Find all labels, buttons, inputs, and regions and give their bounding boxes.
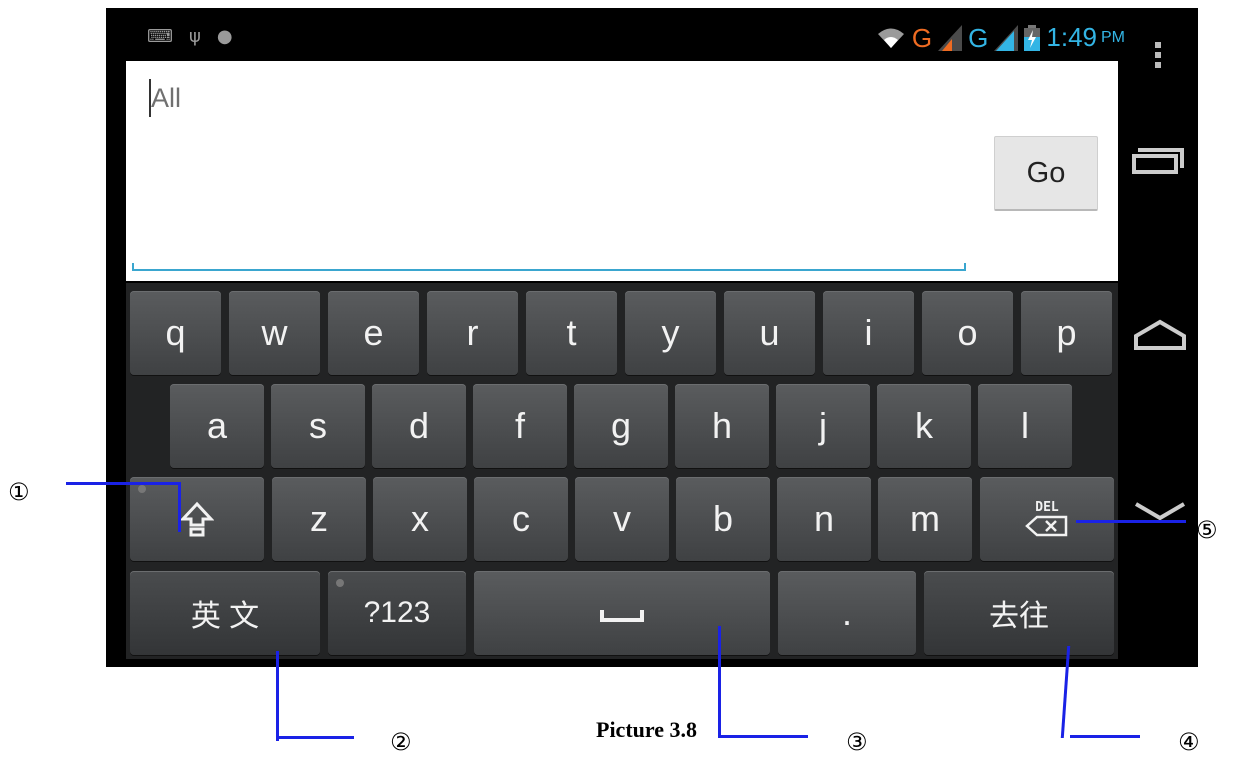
delete-key[interactable]: DEL	[980, 477, 1114, 561]
callout-number-5: ⑤	[1196, 516, 1218, 544]
key-p[interactable]: p	[1021, 291, 1112, 375]
recent-apps-icon[interactable]	[1132, 144, 1188, 176]
go-action-key[interactable]: 去往	[924, 571, 1114, 655]
network-type-label: G	[911, 22, 933, 53]
figure-caption: Picture 3.8	[596, 717, 698, 742]
content-area: All Go	[126, 61, 1118, 281]
key-b[interactable]: b	[676, 477, 770, 561]
key-j[interactable]: j	[776, 384, 870, 468]
key-h[interactable]: h	[675, 384, 769, 468]
key-o[interactable]: o	[922, 291, 1013, 375]
key-q[interactable]: q	[130, 291, 221, 375]
shift-icon	[180, 501, 214, 537]
status-bar: ⌨ ψ ● G G 1:49 PM	[125, 16, 1125, 60]
key-i[interactable]: i	[823, 291, 914, 375]
key-v[interactable]: v	[575, 477, 669, 561]
key-s[interactable]: s	[271, 384, 365, 468]
callout-line-2	[276, 651, 279, 741]
nav-bar	[1126, 42, 1196, 658]
callout-line-2-horizontal	[276, 736, 354, 739]
callout-line-3	[718, 626, 721, 738]
clock-ampm: PM	[1101, 28, 1125, 46]
go-button[interactable]: Go	[994, 136, 1098, 211]
space-key[interactable]	[474, 571, 770, 655]
callout-line-3-horizontal	[718, 735, 808, 738]
delete-key-label: DEL	[1035, 500, 1059, 515]
wifi-icon	[877, 28, 904, 48]
signal-icon-2	[994, 24, 1019, 51]
callout-number-2: ②	[390, 728, 412, 756]
signal-icon	[938, 24, 963, 51]
callout-number-3: ③	[846, 728, 868, 756]
clock-time: 1:49	[1046, 22, 1097, 52]
network-type-label-2: G	[968, 22, 989, 53]
callout-line-1	[66, 482, 180, 485]
search-input[interactable]: All	[151, 81, 181, 115]
symbols-key[interactable]: ?123	[328, 571, 466, 655]
callout-number-1: ①	[8, 478, 30, 506]
symbols-indicator-dot	[336, 579, 344, 587]
callout-number-4: ④	[1178, 728, 1200, 756]
symbols-key-label: ?123	[363, 596, 431, 629]
language-switch-key[interactable]: 英 文	[130, 571, 320, 655]
key-z[interactable]: z	[272, 477, 366, 561]
key-r[interactable]: r	[427, 291, 518, 375]
input-underline	[132, 263, 966, 271]
overflow-menu-icon[interactable]	[1152, 34, 1164, 70]
key-n[interactable]: n	[777, 477, 871, 561]
backspace-icon	[1025, 515, 1068, 537]
battery-icon	[1024, 24, 1041, 51]
key-f[interactable]: f	[473, 384, 567, 468]
keyboard-icon: ⌨	[147, 26, 173, 47]
key-t[interactable]: t	[526, 291, 617, 375]
space-bar-icon	[600, 610, 644, 622]
shift-key[interactable]	[130, 477, 264, 561]
callout-line-1-vertical	[178, 482, 181, 532]
key-y[interactable]: y	[625, 291, 716, 375]
usb-icon: ψ	[188, 26, 201, 47]
key-w[interactable]: w	[229, 291, 320, 375]
key-d[interactable]: d	[372, 384, 466, 468]
callout-line-5	[1076, 520, 1186, 523]
key-g[interactable]: g	[574, 384, 668, 468]
soft-keyboard: qwertyuiop asdfghjkl zxcvbnm DEL 英 文 ?12…	[126, 283, 1118, 659]
key-a[interactable]: a	[170, 384, 264, 468]
period-key[interactable]: .	[778, 571, 916, 655]
key-e[interactable]: e	[328, 291, 419, 375]
key-m[interactable]: m	[878, 477, 972, 561]
key-k[interactable]: k	[877, 384, 971, 468]
key-l[interactable]: l	[978, 384, 1072, 468]
android-debug-icon: ●	[216, 26, 233, 47]
key-u[interactable]: u	[724, 291, 815, 375]
key-x[interactable]: x	[373, 477, 467, 561]
shift-indicator-dot	[138, 485, 146, 493]
home-icon[interactable]	[1132, 318, 1188, 352]
key-c[interactable]: c	[474, 477, 568, 561]
callout-line-4-horizontal	[1070, 735, 1140, 738]
